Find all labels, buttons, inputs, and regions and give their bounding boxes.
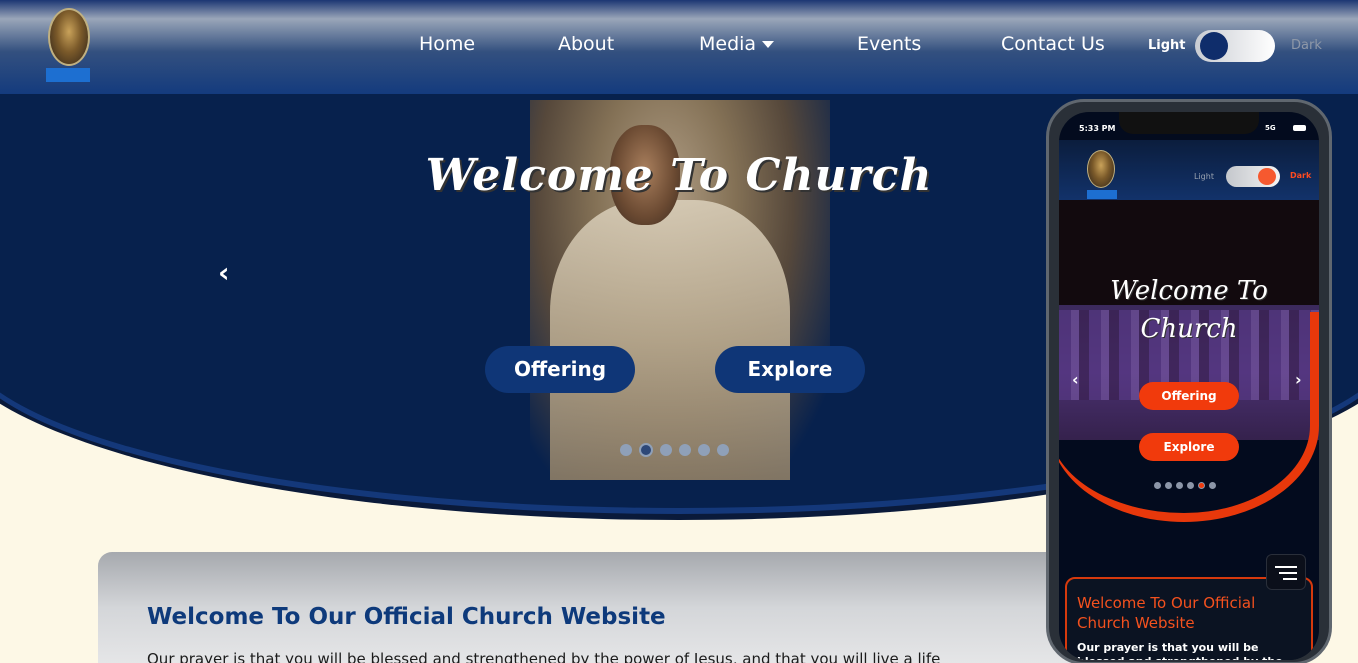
navbar: Home About Media Events Contact Us Light… bbox=[0, 0, 1358, 94]
status-time: 5:33 PM bbox=[1079, 124, 1116, 133]
battery-icon bbox=[1293, 125, 1306, 131]
nav-about[interactable]: About bbox=[558, 33, 614, 55]
mobile-carousel-dot[interactable] bbox=[1176, 482, 1183, 489]
mobile-carousel-dot[interactable] bbox=[1187, 482, 1194, 489]
carousel-dot[interactable] bbox=[698, 444, 710, 456]
nav-home[interactable]: Home bbox=[419, 33, 475, 55]
nav-media[interactable]: Media bbox=[699, 33, 775, 55]
explore-button[interactable]: Explore bbox=[715, 346, 865, 393]
mobile-chevron-left-icon[interactable]: ‹ bbox=[1072, 370, 1079, 389]
carousel-dot[interactable] bbox=[717, 444, 729, 456]
carousel-indicators bbox=[620, 443, 729, 457]
carousel-dot[interactable] bbox=[639, 443, 653, 457]
mobile-explore-button[interactable]: Explore bbox=[1139, 433, 1239, 461]
chevron-right-icon[interactable]: › bbox=[1295, 370, 1302, 389]
status-signal: 5G bbox=[1265, 124, 1276, 132]
mobile-carousel-indicators bbox=[1154, 482, 1216, 489]
mobile-carousel-dot[interactable] bbox=[1209, 482, 1216, 489]
theme-dark-label: Dark bbox=[1291, 38, 1322, 53]
phone-mockup: 5:33 PM 5G Light Dark Welcome To Church … bbox=[1046, 99, 1332, 663]
mobile-theme-toggle-knob bbox=[1258, 168, 1276, 185]
mobile-carousel-dot[interactable] bbox=[1165, 482, 1172, 489]
mobile-logo[interactable] bbox=[1087, 150, 1117, 200]
hamburger-menu-icon[interactable] bbox=[1266, 554, 1306, 590]
mobile-welcome-title: Welcome To Our Official Church Website bbox=[1077, 594, 1256, 632]
theme-light-label: Light bbox=[1148, 38, 1186, 53]
theme-toggle-knob bbox=[1200, 32, 1228, 60]
mobile-carousel-dot[interactable] bbox=[1198, 482, 1205, 489]
welcome-text: Our prayer is that you will be blessed a… bbox=[147, 650, 941, 663]
mobile-theme-toggle[interactable] bbox=[1226, 166, 1280, 187]
welcome-card: Welcome To Our Official Church Website O… bbox=[98, 552, 1108, 663]
theme-toggle[interactable] bbox=[1195, 30, 1275, 62]
chevron-left-icon[interactable]: ‹ bbox=[218, 256, 230, 289]
mobile-hero-title: Welcome To Church bbox=[1110, 276, 1268, 344]
carousel-dot[interactable] bbox=[620, 444, 632, 456]
mobile-carousel-dot[interactable] bbox=[1154, 482, 1161, 489]
mobile-logo-image bbox=[1087, 150, 1115, 188]
carousel-dot[interactable] bbox=[679, 444, 691, 456]
mobile-logo-caption bbox=[1087, 190, 1117, 199]
carousel-dot[interactable] bbox=[660, 444, 672, 456]
mobile-theme-dark-label: Dark bbox=[1290, 171, 1312, 180]
logo-image bbox=[48, 8, 90, 66]
welcome-title: Welcome To Our Official Church Website bbox=[147, 604, 666, 630]
caret-down-icon bbox=[762, 41, 775, 48]
mobile-offering-button[interactable]: Offering bbox=[1139, 382, 1239, 410]
offering-button[interactable]: Offering bbox=[485, 346, 635, 393]
nav-media-label: Media bbox=[699, 33, 757, 55]
church-logo[interactable] bbox=[46, 8, 92, 84]
logo-caption-badge bbox=[46, 68, 90, 82]
mobile-theme-light-label: Light bbox=[1194, 172, 1214, 181]
phone-notch bbox=[1119, 112, 1259, 134]
nav-contact-us[interactable]: Contact Us bbox=[1001, 33, 1105, 55]
hero-image-robe bbox=[550, 200, 790, 480]
mobile-welcome-text: Our prayer is that you will be blessed a… bbox=[1077, 641, 1283, 660]
phone-screen: 5:33 PM 5G Light Dark Welcome To Church … bbox=[1059, 112, 1319, 660]
nav-events[interactable]: Events bbox=[857, 33, 921, 55]
